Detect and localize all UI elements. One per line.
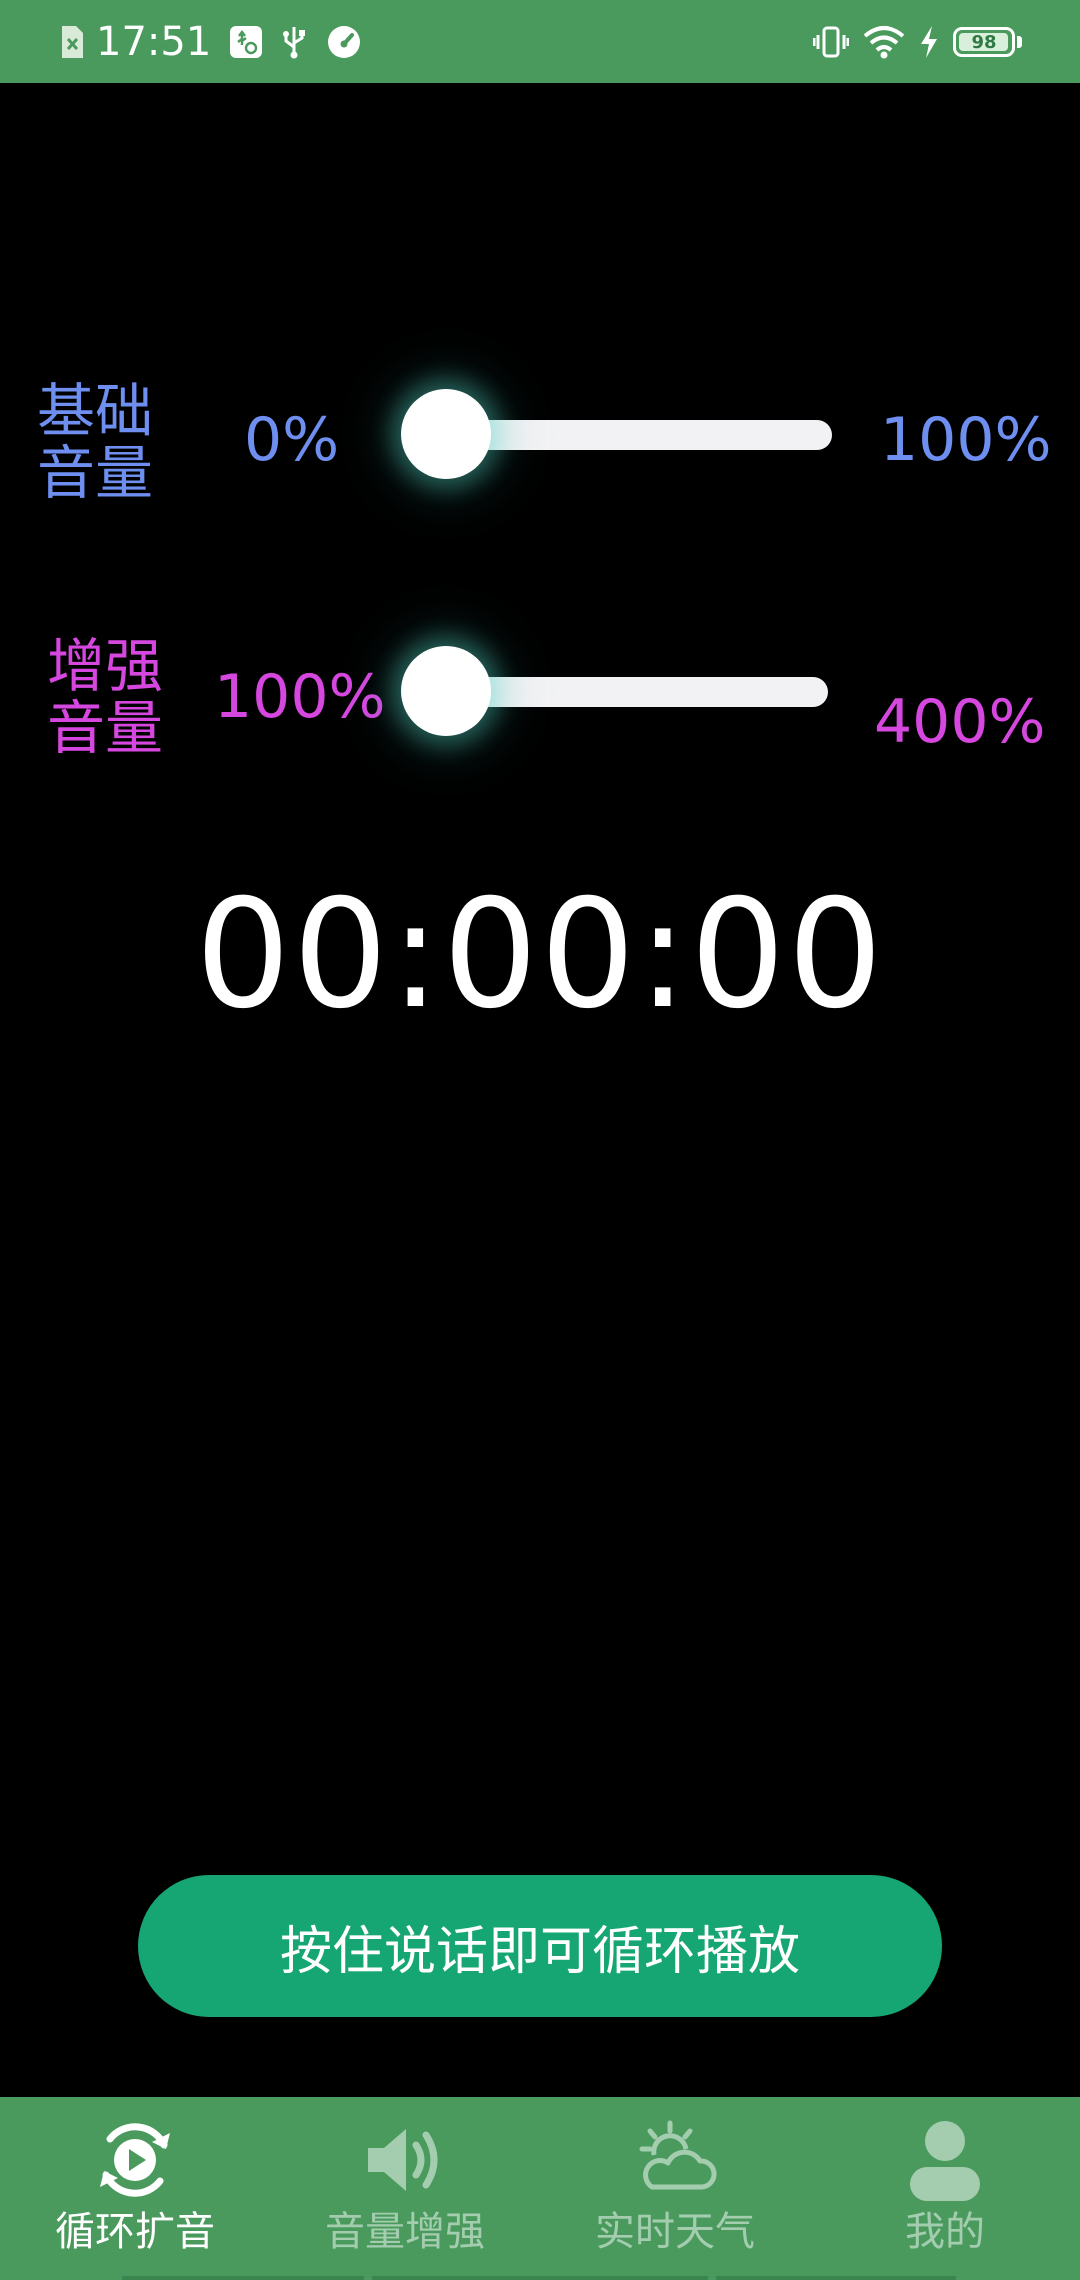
nav-label-profile: 我的 [905,2209,985,2255]
nav-label-weather: 实时天气 [595,2209,755,2255]
wifi-icon [863,25,905,59]
boost-volume-label: 增强 音量 [30,635,180,759]
base-volume-label-line1: 基础 [36,377,153,445]
base-volume-label-line2: 音量 [36,439,153,507]
nav-item-loop-amplify[interactable]: 循环扩音 [0,2097,270,2280]
usb-icon [281,25,307,59]
boost-volume-max-label: 400% [874,687,1046,757]
nav-item-volume-boost[interactable]: 音量增强 [270,2097,540,2280]
battery-icon: 98 [953,27,1015,57]
bottom-nav: 循环扩音 音量增强 实时天气 我的 [0,2097,1080,2280]
battery-percent: 98 [971,31,997,53]
base-volume-label: 基础 音量 [20,380,170,504]
loop-play-icon [90,2115,180,2205]
speed-icon [327,25,361,59]
elapsed-timer: 00:00:00 [195,868,885,1042]
boost-volume-label-line2: 音量 [46,694,163,762]
nav-underline-1 [122,2276,364,2280]
boost-volume-label-line1: 增强 [46,632,163,700]
vibrate-icon [813,24,849,60]
weather-icon [630,2115,720,2205]
status-bar-right: 98 [813,14,1022,70]
battery-tip [1017,36,1022,48]
nav-item-profile[interactable]: 我的 [810,2097,1080,2280]
speaker-icon [360,2115,450,2205]
nav-underline-2 [372,2276,708,2280]
usb-settings-icon [229,25,263,59]
boost-volume-min-label: 100% [214,662,386,732]
nav-item-weather[interactable]: 实时天气 [540,2097,810,2280]
base-volume-slider-thumb[interactable] [401,389,491,479]
base-volume-max-label: 100% [880,405,1052,475]
boost-volume-slider-thumb[interactable] [401,646,491,736]
hold-to-talk-button[interactable]: 按住说话即可循环播放 [138,1875,942,2017]
nav-label-volume-boost: 音量增强 [325,2209,485,2255]
nav-underline-3 [716,2276,956,2280]
status-bar-left: 17:51 [58,14,361,70]
sim-off-icon [58,25,84,59]
profile-icon [900,2115,990,2205]
base-volume-min-label: 0% [244,405,340,475]
status-bar: 17:51 98 [0,0,1080,83]
charging-icon [919,25,939,59]
nav-label-loop-amplify: 循环扩音 [55,2209,215,2255]
status-time: 17:51 [96,19,212,65]
